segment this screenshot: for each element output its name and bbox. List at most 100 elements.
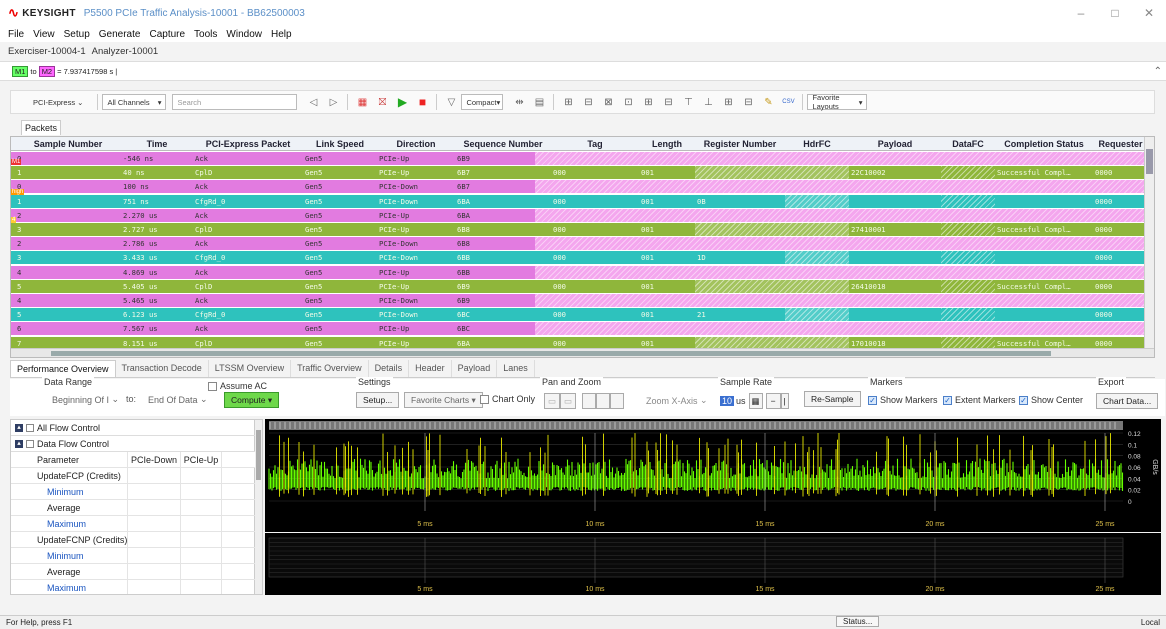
compute-button[interactable]: Compute ▾ <box>224 392 280 408</box>
flow-row-min[interactable]: Minimum <box>11 548 255 564</box>
sample-rate-value[interactable]: 10 <box>720 396 735 406</box>
marker-tag[interactable]: M1 <box>11 159 22 165</box>
increment-button[interactable]: | <box>780 393 789 409</box>
column-header[interactable]: PCI-Express Packet <box>193 137 303 151</box>
range-to-select[interactable]: End Of Data ⌄ <box>148 394 208 405</box>
sample-rate-input[interactable]: 10 us ▦ − | <box>720 393 789 409</box>
zoom-in-icon[interactable] <box>582 393 597 409</box>
highlight-icon[interactable]: ✎ <box>761 95 775 109</box>
tab-details[interactable]: Details <box>369 360 410 377</box>
filter-icon[interactable]: ▽ <box>444 95 458 109</box>
column-header[interactable]: Completion Status <box>995 137 1093 151</box>
run-icon[interactable]: ▶ <box>395 95 409 109</box>
menu-window[interactable]: Window <box>226 29 262 40</box>
flow-row-min[interactable]: Minimum <box>11 484 255 500</box>
maximize-button[interactable]: □ <box>1098 0 1132 26</box>
tool-icon-3[interactable]: ⊠ <box>601 95 615 109</box>
menu-capture[interactable]: Capture <box>149 29 185 40</box>
tool-icon-4[interactable]: ⊡ <box>621 95 635 109</box>
tab-exerciser[interactable]: Exerciser-10004-1 <box>8 46 86 57</box>
scroll-thumb[interactable] <box>51 351 1051 356</box>
setup-button[interactable]: Setup... <box>356 392 400 408</box>
trigger-icon[interactable]: ⛝ <box>375 95 389 109</box>
zoom-out-icon[interactable] <box>596 393 611 409</box>
column-header[interactable]: Sample Number <box>15 137 121 151</box>
tab-traffic-overview[interactable]: Traffic Overview <box>291 360 369 377</box>
range-from-select[interactable]: Beginning Of I ⌄ <box>52 394 119 405</box>
csv-export-icon[interactable]: CSV <box>781 95 795 109</box>
protocol-dropdown[interactable]: PCI-Express ⌄ <box>29 94 87 110</box>
minimize-button[interactable]: – <box>1064 0 1098 26</box>
table-row[interactable]: 5 6.123 us CfgRd_0 Gen5 PCIe-Down 6BC 000 001 21… <box>11 308 1154 322</box>
column-header[interactable]: Direction <box>377 137 455 151</box>
tool-icon-1[interactable]: ⊞ <box>561 95 575 109</box>
table-row[interactable]: 4 4.869 us Ack Gen5 PCIe-Up 6BB <box>11 265 1154 279</box>
menu-generate[interactable]: Generate <box>99 29 141 40</box>
resample-button[interactable]: Re-Sample <box>804 391 861 407</box>
compact-select[interactable]: Compact ▾ <box>461 94 504 110</box>
stop-icon[interactable]: ■ <box>415 95 429 109</box>
tab-transaction-decode[interactable]: Transaction Decode <box>116 360 209 377</box>
menu-view[interactable]: View <box>33 29 55 40</box>
column-header[interactable]: Requester <box>1093 137 1148 151</box>
status-button[interactable]: Status... <box>836 616 880 627</box>
table-row[interactable]: 4 5.465 us Ack Gen5 PCIe-Down 6B9 <box>11 294 1154 307</box>
flow-row-sub[interactable]: Average <box>11 564 255 580</box>
tool-icon-10[interactable]: ⊟ <box>741 95 755 109</box>
flow-row-group[interactable]: ▴ All Flow Control <box>11 420 255 436</box>
table-scrollbar[interactable] <box>254 420 262 594</box>
grid-icon[interactable]: ▤ <box>532 95 546 109</box>
column-header[interactable]: Payload <box>849 137 941 151</box>
marker-tag[interactable]: high <box>11 189 25 195</box>
zoom-x-select[interactable]: Zoom X-Axis ⌄ <box>646 395 708 406</box>
tab-ltssm-overview[interactable]: LTSSM Overview <box>209 360 292 377</box>
menu-file[interactable]: File <box>8 29 24 40</box>
tab-payload[interactable]: Payload <box>452 360 498 377</box>
tool-icon-9[interactable]: ⊞ <box>721 95 735 109</box>
decrement-button[interactable]: − <box>765 393 781 409</box>
pan-right-icon[interactable]: ▭ <box>560 393 577 409</box>
column-header[interactable]: Time <box>121 137 193 151</box>
column-header[interactable]: Sequence Number <box>455 137 551 151</box>
expand-chevron-icon[interactable]: ⌃ <box>1154 66 1162 77</box>
flow-row-section[interactable]: UpdateFCNP (Credits) <box>11 532 255 548</box>
zoom-fit-icon[interactable] <box>610 393 625 409</box>
table-row[interactable]: 1 40 ns CplD Gen5 PCIe-Up 6B7 000 001 22C10002 Su… <box>11 166 1154 180</box>
table-row[interactable]: 2 2.270 us Ack Gen5 PCIe-Up 6BA <box>11 208 1154 222</box>
table-row[interactable]: 3 2.727 us CplD Gen5 PCIe-Up 6B8 000 001 2741000… <box>11 223 1154 236</box>
flow-row-max[interactable]: Maximum <box>11 516 255 532</box>
tool-icon-5[interactable]: ⊞ <box>641 95 655 109</box>
prev-icon[interactable]: ◁ <box>306 95 320 109</box>
tab-analyzer[interactable]: Analyzer-10001 <box>92 46 159 57</box>
tool-icon-2[interactable]: ⊟ <box>581 95 595 109</box>
flow-row-max[interactable]: Maximum <box>11 580 255 594</box>
column-header[interactable]: Register Number <box>695 137 785 151</box>
column-header[interactable]: Tag <box>551 137 639 151</box>
favorite-charts-button[interactable]: Favorite Charts ▾ <box>404 392 483 408</box>
table-row[interactable]: 1 751 ns CfgRd_0 Gen5 PCIe-Down 6BA 000 001 0B 00… <box>11 194 1154 208</box>
menu-setup[interactable]: Setup <box>64 29 90 40</box>
flow-row-sub[interactable]: Average <box>11 500 255 516</box>
record-settings-icon[interactable]: ▦ <box>355 95 369 109</box>
table-row[interactable]: 3 3.433 us CfgRd_0 Gen5 PCIe-Down 6BB 000 001 1D… <box>11 251 1154 265</box>
flow-row-header[interactable]: Parameter PCIe-Down PCIe-Up <box>11 452 255 468</box>
tool-icon-7[interactable]: ⊤ <box>681 95 695 109</box>
packets-tab[interactable]: Packets <box>21 120 61 135</box>
marker-m1-chip[interactable]: M1 <box>12 65 29 77</box>
scroll-thumb[interactable] <box>1146 149 1153 174</box>
chart-only-checkbox[interactable]: Chart Only <box>480 394 535 404</box>
scroll-thumb[interactable] <box>256 430 261 480</box>
grid-vertical-scrollbar[interactable] <box>1144 137 1154 357</box>
chart-data-button[interactable]: Chart Data... <box>1096 393 1159 409</box>
column-header[interactable]: HdrFC <box>785 137 849 151</box>
channels-select[interactable]: All Channels ▾ <box>102 94 167 110</box>
tab-performance-overview[interactable]: Performance Overview <box>10 360 116 377</box>
close-button[interactable]: ✕ <box>1132 0 1166 26</box>
next-icon[interactable]: ▷ <box>326 95 340 109</box>
extent-markers-checkbox[interactable]: ✓ Extent Markers <box>943 395 1016 405</box>
menu-tools[interactable]: Tools <box>194 29 217 40</box>
column-resize-icon[interactable]: ⇹ <box>512 95 526 109</box>
favorite-layouts-select[interactable]: Favorite Layouts ▾ <box>807 93 868 111</box>
table-row[interactable]: 0 -546 ns Ack Gen5 PCIe-Up 6B9 <box>11 152 1154 165</box>
show-center-checkbox[interactable]: ✓ Show Center <box>1019 395 1083 405</box>
